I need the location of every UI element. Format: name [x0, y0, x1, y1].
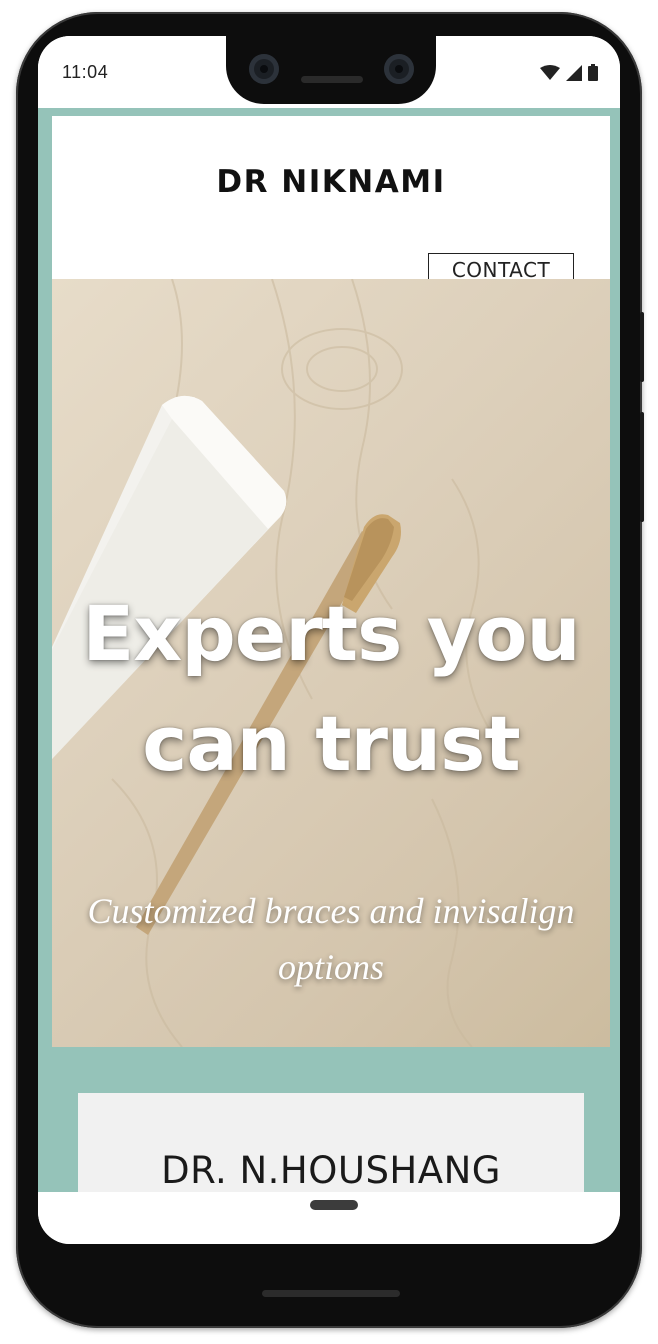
- volume-button: [640, 412, 644, 522]
- site-header: DR NIKNAMI CONTACT: [52, 116, 610, 287]
- power-button: [640, 312, 644, 382]
- gesture-nav-bar: [38, 1192, 620, 1244]
- site-brand[interactable]: DR NIKNAMI: [52, 164, 610, 200]
- doctor-card: DR. N.HOUSHANG: [78, 1093, 584, 1192]
- hero-title: Experts you can trust: [82, 589, 580, 788]
- doctor-name: DR. N.HOUSHANG: [161, 1149, 501, 1192]
- bottom-speaker: [262, 1290, 400, 1297]
- status-time: 11:04: [62, 62, 109, 82]
- front-camera-right: [384, 54, 414, 84]
- hero-section: Experts you can trust Customized braces …: [52, 279, 610, 1047]
- screen: 11:04 DR NIKNAMI CONTACT Experts you can…: [38, 36, 620, 1244]
- signal-icon: [566, 64, 582, 81]
- hero-subtitle: Customized braces and invisalign options: [87, 891, 575, 987]
- status-bar: 11:04: [38, 36, 620, 108]
- battery-icon: [588, 64, 598, 81]
- earpiece-speaker: [301, 76, 363, 83]
- wifi-icon: [540, 64, 560, 80]
- home-handle[interactable]: [310, 1200, 358, 1210]
- status-icons: [540, 64, 598, 81]
- website-viewport[interactable]: DR NIKNAMI CONTACT Experts you can trust…: [38, 108, 620, 1192]
- front-camera-left: [249, 54, 279, 84]
- camera-notch: [226, 36, 436, 104]
